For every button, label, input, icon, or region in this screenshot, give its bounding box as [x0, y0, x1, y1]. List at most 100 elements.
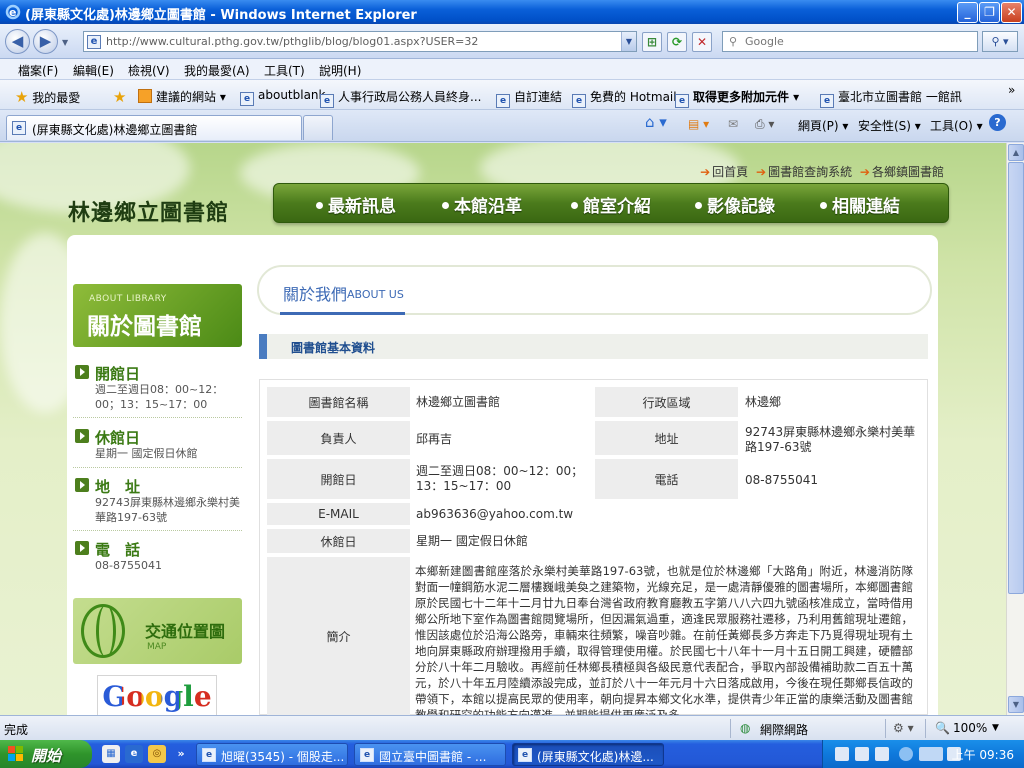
fav-hotmail[interactable]: e 免費的 Hotmail	[572, 88, 677, 108]
ie-quicklaunch-icon[interactable]: e	[125, 745, 143, 763]
compatibility-view-icon[interactable]: ⊞	[642, 32, 662, 52]
township-libraries-link[interactable]: 各鄉鎮圖書館	[872, 165, 944, 179]
window-title: (屏東縣文化處)林邊鄉立圖書館 - Windows Internet Explo…	[25, 8, 417, 23]
new-tab-button[interactable]	[303, 115, 333, 140]
clock: 上午 09:36	[951, 748, 1014, 762]
taskbar-button-linbian-library[interactable]: e (屏東縣文化處)林邊...	[512, 743, 664, 766]
about-us-header: 關於我們 ABOUT US	[257, 265, 932, 315]
help-icon[interactable]: ?	[989, 114, 1006, 131]
page-icon: e	[572, 94, 586, 108]
vertical-scrollbar[interactable]: ▲ ▼	[1006, 143, 1024, 715]
forward-button[interactable]: ▶	[33, 29, 58, 54]
recent-pages-dropdown-icon[interactable]: ▼	[62, 38, 68, 47]
google-logo[interactable]: Google	[97, 675, 217, 715]
zoom-level[interactable]: 100%	[953, 721, 987, 735]
arrow-icon: ➔	[756, 165, 767, 179]
tray-cht-icon[interactable]	[875, 747, 889, 761]
top-links: ➔ 回首頁 ➔ 圖書館查詢系統 ➔ 各鄉鎮圖書館	[700, 163, 948, 180]
fav-taipei-library[interactable]: e 臺北市立圖書館 一館訊	[820, 88, 962, 108]
arrow-icon: ➔	[859, 165, 870, 179]
play-bullet-icon	[75, 365, 89, 379]
menu-view[interactable]: 檢視(V)	[128, 62, 170, 79]
label-library-name: 圖書館名稱	[267, 387, 410, 417]
refresh-icon[interactable]: ⟳	[667, 32, 687, 52]
protected-mode-icon[interactable]: ⚙ ▾	[893, 721, 914, 735]
menu-tools[interactable]: 工具(T)	[264, 62, 305, 79]
tray-keyboard-icon[interactable]	[835, 747, 849, 761]
label-email: E-MAIL	[267, 503, 410, 525]
about-library-banner[interactable]: ABOUT LIBRARY 關於圖書館	[73, 284, 242, 347]
play-bullet-icon	[75, 541, 89, 555]
value-email[interactable]: ab963636@yahoo.com.tw	[416, 507, 573, 522]
quicklaunch-overflow-icon[interactable]: »	[172, 745, 190, 763]
close-button[interactable]: ✕	[1001, 2, 1022, 23]
feeds-icon[interactable]: ▤ ▾	[688, 117, 709, 131]
tools-menu[interactable]: 工具(O) ▾	[930, 117, 983, 134]
back-button[interactable]: ◀	[5, 29, 30, 54]
home-link[interactable]: 回首頁	[712, 165, 748, 179]
svg-text:e: e	[9, 6, 16, 19]
scrollbar-thumb[interactable]	[1008, 162, 1024, 594]
fav-get-addons[interactable]: e 取得更多附加元件 ▾	[675, 88, 799, 108]
nav-links[interactable]: 相關連結	[820, 192, 900, 217]
page-icon: e	[87, 35, 101, 49]
fav-aboutblank[interactable]: e aboutblank	[240, 88, 325, 106]
nav-rooms[interactable]: 館室介紹	[571, 192, 651, 217]
nav-history[interactable]: 本館沿革	[442, 192, 522, 217]
add-favorites-icon[interactable]: ★	[113, 88, 126, 106]
about-us-zh: 關於我們	[283, 285, 348, 304]
address-bar[interactable]: e ▼	[83, 31, 637, 52]
sidebar-address: 地 址 92743屏東縣林邊鄉永樂村美華路197-63號	[73, 476, 243, 526]
nav-images[interactable]: 影像記錄	[695, 192, 775, 217]
safety-menu[interactable]: 安全性(S) ▾	[858, 117, 921, 134]
search-input[interactable]	[745, 34, 973, 49]
catalog-link[interactable]: 圖書館查詢系統	[768, 165, 852, 179]
tab-title: (屏東縣文化處)林邊鄉立圖書館	[32, 123, 198, 137]
search-button[interactable]: ⚲ ▾	[982, 31, 1018, 52]
tray-network-icon[interactable]	[919, 747, 943, 761]
value-open-days: 週二至週日08：00~12：00；13：15~17：00	[416, 464, 584, 493]
menu-favorites[interactable]: 我的最愛(A)	[184, 62, 250, 79]
scroll-up-icon[interactable]: ▲	[1008, 144, 1024, 161]
page-menu[interactable]: 網頁(P) ▾	[798, 117, 848, 134]
taskbar-button-taichung-library[interactable]: e 國立臺中圖書館 - ...	[354, 743, 506, 766]
menu-edit[interactable]: 編輯(E)	[73, 62, 114, 79]
scroll-down-icon[interactable]: ▼	[1008, 696, 1024, 713]
menu-help[interactable]: 說明(H)	[319, 62, 361, 79]
fav-suggested-sites[interactable]: 建議的網站 ▾	[138, 88, 226, 105]
tray-pen-icon[interactable]	[855, 747, 869, 761]
print-icon[interactable]: ⎙ ▾	[755, 117, 774, 132]
address-dropdown-icon[interactable]: ▼	[621, 32, 636, 51]
value-district: 林邊鄉	[745, 395, 782, 409]
system-tray: 上午 09:36	[822, 740, 1024, 768]
value-closed-days: 星期一 國定假日休館	[416, 534, 528, 548]
zoom-dropdown-icon[interactable]: ▼	[992, 723, 999, 733]
home-icon[interactable]: ⌂ ▾	[645, 113, 667, 131]
taskbar-button-stock[interactable]: e 旭曜(3545) - 個股走...	[196, 743, 348, 766]
read-mail-icon[interactable]: ✉	[728, 117, 738, 131]
tray-expand-icon[interactable]	[899, 747, 913, 761]
fav-custom-links[interactable]: e 自訂連結	[496, 88, 562, 108]
search-box[interactable]: ⚲	[722, 31, 978, 52]
url-input[interactable]	[106, 34, 606, 49]
page-icon: e	[240, 92, 254, 106]
favorites-button[interactable]: ★ 我的最愛	[15, 88, 80, 106]
tab-active[interactable]: e (屏東縣文化處)林邊鄉立圖書館	[6, 115, 302, 140]
menu-file[interactable]: 檔案(F)	[18, 62, 58, 79]
media-player-icon[interactable]: ◎	[148, 745, 166, 763]
map-banner[interactable]: 交通位置圖 MAP	[73, 598, 242, 664]
nav-news[interactable]: 最新訊息	[316, 192, 396, 217]
label-address: 地址	[595, 421, 738, 455]
page-icon: e	[12, 121, 26, 135]
stop-icon[interactable]: ✕	[692, 32, 712, 52]
fav-personnel[interactable]: e 人事行政局公務人員終身...	[320, 88, 481, 108]
section-title: 圖書館基本資料	[291, 341, 376, 355]
window-title-bar: e (屏東縣文化處)林邊鄉立圖書館 - Windows Internet Exp…	[0, 0, 1024, 24]
zoom-icon[interactable]: 🔍	[935, 721, 950, 735]
sidebar-open-days: 開館日 週二至週日08：00~12：00；13：15~17：00	[73, 363, 243, 413]
show-desktop-icon[interactable]: ▦	[102, 745, 120, 763]
minimize-button[interactable]: _	[957, 2, 978, 23]
favorites-overflow-icon[interactable]: »	[1008, 83, 1015, 97]
maximize-button[interactable]: ❐	[979, 2, 1000, 23]
start-button[interactable]: 開始	[0, 740, 92, 768]
